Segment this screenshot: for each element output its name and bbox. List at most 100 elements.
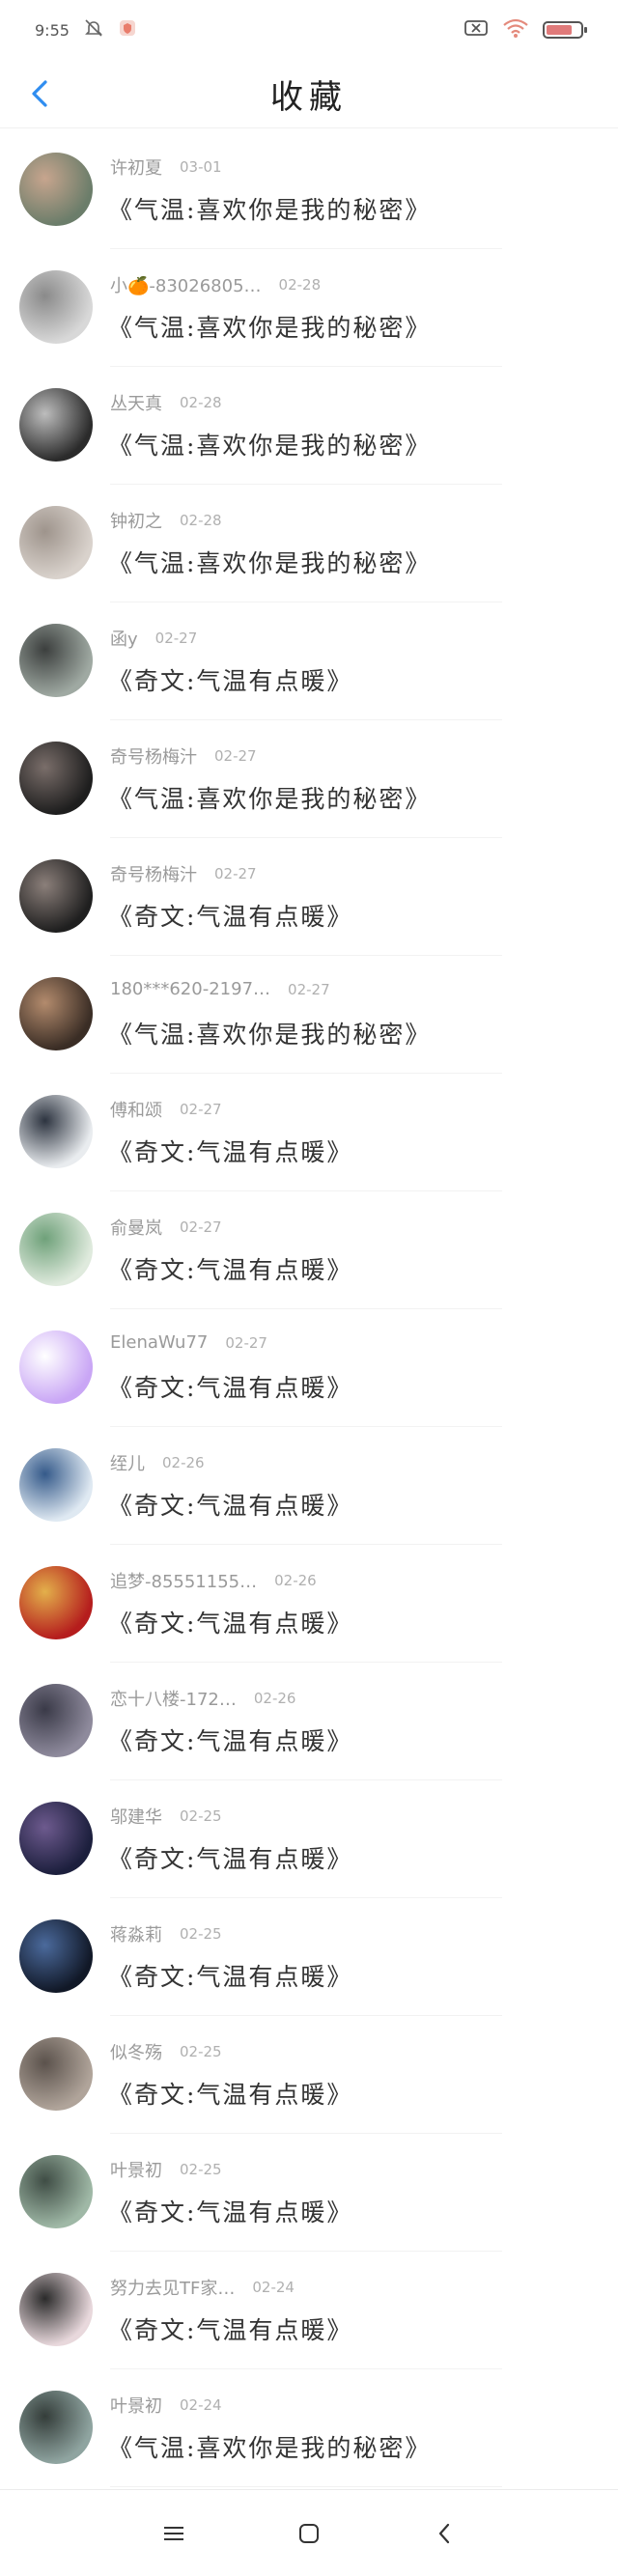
avatar[interactable]: [19, 1566, 93, 1639]
avatar[interactable]: [19, 2273, 93, 2346]
list-item[interactable]: 蒋淼莉 02-25 《奇文:气温有点暖》: [0, 1898, 618, 2016]
favorite-title[interactable]: 《奇文:气温有点暖》: [108, 1722, 352, 1757]
list-item[interactable]: 函y 02-27 《奇文:气温有点暖》: [0, 602, 618, 720]
item-meta: 钟初之 02-28: [110, 508, 222, 533]
item-date: 02-28: [180, 394, 222, 411]
favorite-title[interactable]: 《奇文:气温有点暖》: [108, 1840, 352, 1875]
avatar[interactable]: [19, 859, 93, 933]
item-meta: 恋十八楼-172… 02-26: [110, 1686, 295, 1711]
user-name[interactable]: 俞曼岚: [110, 1215, 162, 1240]
favorite-title[interactable]: 《气温:喜欢你是我的秘密》: [108, 2429, 431, 2464]
list-item[interactable]: 傅和颂 02-27 《奇文:气温有点暖》: [0, 1074, 618, 1191]
item-date: 02-26: [162, 1454, 205, 1471]
favorite-title[interactable]: 《气温:喜欢你是我的秘密》: [108, 780, 431, 815]
user-name[interactable]: 叶景初: [110, 2157, 162, 2182]
app-shield-icon: [118, 18, 137, 42]
avatar[interactable]: [19, 624, 93, 697]
item-date: 02-25: [180, 1925, 222, 1943]
user-name[interactable]: 奇号杨梅汁: [110, 861, 197, 886]
user-name[interactable]: 许初夏: [110, 154, 162, 180]
item-meta: 努力去见TF家… 02-24: [110, 2275, 295, 2300]
sim-icon: [464, 18, 489, 42]
avatar[interactable]: [19, 742, 93, 815]
item-date: 02-26: [274, 1572, 317, 1589]
item-date: 02-27: [154, 630, 198, 647]
user-name[interactable]: 追梦-85551155…: [110, 1568, 257, 1593]
user-name[interactable]: ElenaWu77: [110, 1332, 208, 1353]
avatar[interactable]: [19, 2155, 93, 2228]
favorite-title[interactable]: 《气温:喜欢你是我的秘密》: [108, 1016, 431, 1050]
favorite-title[interactable]: 《奇文:气温有点暖》: [108, 1369, 352, 1404]
user-name[interactable]: 小🍊-83026805…: [110, 272, 262, 297]
list-item[interactable]: 奇号杨梅汁 02-27 《气温:喜欢你是我的秘密》: [0, 720, 618, 838]
menu-button[interactable]: [154, 2514, 193, 2553]
favorite-title[interactable]: 《气温:喜欢你是我的秘密》: [108, 545, 431, 579]
favorite-title[interactable]: 《奇文:气温有点暖》: [108, 2311, 352, 2346]
favorite-title[interactable]: 《奇文:气温有点暖》: [108, 1605, 352, 1639]
back-nav-button[interactable]: [425, 2514, 464, 2553]
favorite-title[interactable]: 《奇文:气温有点暖》: [108, 2194, 352, 2228]
list-item[interactable]: 绖儿 02-26 《奇文:气温有点暖》: [0, 1427, 618, 1545]
user-name[interactable]: 恋十八楼-172…: [110, 1686, 237, 1711]
avatar[interactable]: [19, 388, 93, 462]
item-meta: 180***620-2197… 02-27: [110, 979, 330, 999]
list-item[interactable]: 许初夏 03-01 《气温:喜欢你是我的秘密》: [0, 131, 618, 249]
avatar[interactable]: [19, 153, 93, 226]
user-name[interactable]: 蒋淼莉: [110, 1921, 162, 1946]
list-item[interactable]: 叶景初 02-24 《气温:喜欢你是我的秘密》: [0, 2369, 618, 2487]
home-button[interactable]: [290, 2514, 328, 2553]
favorite-title[interactable]: 《气温:喜欢你是我的秘密》: [108, 191, 431, 226]
list-item[interactable]: 180***620-2197… 02-27 《气温:喜欢你是我的秘密》: [0, 956, 618, 1074]
avatar[interactable]: [19, 1213, 93, 1286]
user-name[interactable]: 180***620-2197…: [110, 979, 270, 999]
user-name[interactable]: 叶景初: [110, 2393, 162, 2418]
list-item[interactable]: 俞曼岚 02-27 《奇文:气温有点暖》: [0, 1191, 618, 1309]
list-item[interactable]: 小🍊-83026805… 02-28 《气温:喜欢你是我的秘密》: [0, 249, 618, 367]
list-item[interactable]: 邬建华 02-25 《奇文:气温有点暖》: [0, 1780, 618, 1898]
list-item[interactable]: 钟初之 02-28 《气温:喜欢你是我的秘密》: [0, 485, 618, 602]
user-name[interactable]: 似冬殇: [110, 2039, 162, 2064]
favorite-title[interactable]: 《奇文:气温有点暖》: [108, 1251, 352, 1286]
user-name[interactable]: 丛天真: [110, 390, 162, 415]
list-item[interactable]: 似冬殇 02-25 《奇文:气温有点暖》: [0, 2016, 618, 2134]
item-date: 02-28: [180, 512, 222, 529]
avatar[interactable]: [19, 1919, 93, 1993]
avatar[interactable]: [19, 1684, 93, 1757]
user-name[interactable]: 钟初之: [110, 508, 162, 533]
avatar[interactable]: [19, 2037, 93, 2111]
avatar[interactable]: [19, 2391, 93, 2464]
favorite-title[interactable]: 《奇文:气温有点暖》: [108, 1958, 352, 1993]
list-item[interactable]: 恋十八楼-172… 02-26 《奇文:气温有点暖》: [0, 1663, 618, 1780]
user-name[interactable]: 傅和颂: [110, 1097, 162, 1122]
favorite-title[interactable]: 《奇文:气温有点暖》: [108, 2076, 352, 2111]
bell-muted-icon: [83, 17, 104, 42]
user-name[interactable]: 邬建华: [110, 1804, 162, 1829]
avatar[interactable]: [19, 977, 93, 1050]
user-name[interactable]: 奇号杨梅汁: [110, 743, 197, 769]
user-name[interactable]: 函y: [110, 626, 138, 651]
user-name[interactable]: 绖儿: [110, 1450, 145, 1475]
top-app-bar: 收藏: [0, 60, 618, 128]
favorite-title[interactable]: 《气温:喜欢你是我的秘密》: [108, 309, 431, 344]
list-item[interactable]: 叶景初 02-25 《奇文:气温有点暖》: [0, 2134, 618, 2252]
avatar[interactable]: [19, 1095, 93, 1168]
favorite-title[interactable]: 《奇文:气温有点暖》: [108, 898, 352, 933]
back-button[interactable]: [23, 77, 56, 110]
favorite-title[interactable]: 《奇文:气温有点暖》: [108, 1134, 352, 1168]
list-item[interactable]: 奇号杨梅汁 02-27 《奇文:气温有点暖》: [0, 838, 618, 956]
avatar[interactable]: [19, 1448, 93, 1522]
avatar[interactable]: [19, 506, 93, 579]
user-name[interactable]: 努力去见TF家…: [110, 2275, 235, 2300]
list-item[interactable]: 努力去见TF家… 02-24 《奇文:气温有点暖》: [0, 2252, 618, 2369]
list-item[interactable]: ElenaWu77 02-27 《奇文:气温有点暖》: [0, 1309, 618, 1427]
list-item[interactable]: 丛天真 02-28 《气温:喜欢你是我的秘密》: [0, 367, 618, 485]
avatar[interactable]: [19, 1802, 93, 1875]
avatar[interactable]: [19, 1330, 93, 1404]
favorite-title[interactable]: 《气温:喜欢你是我的秘密》: [108, 427, 431, 462]
item-date: 02-27: [225, 1333, 267, 1352]
item-date: 02-28: [278, 276, 322, 294]
avatar[interactable]: [19, 270, 93, 344]
favorite-title[interactable]: 《奇文:气温有点暖》: [108, 1487, 352, 1522]
list-item[interactable]: 追梦-85551155… 02-26 《奇文:气温有点暖》: [0, 1545, 618, 1663]
favorite-title[interactable]: 《奇文:气温有点暖》: [108, 662, 352, 697]
